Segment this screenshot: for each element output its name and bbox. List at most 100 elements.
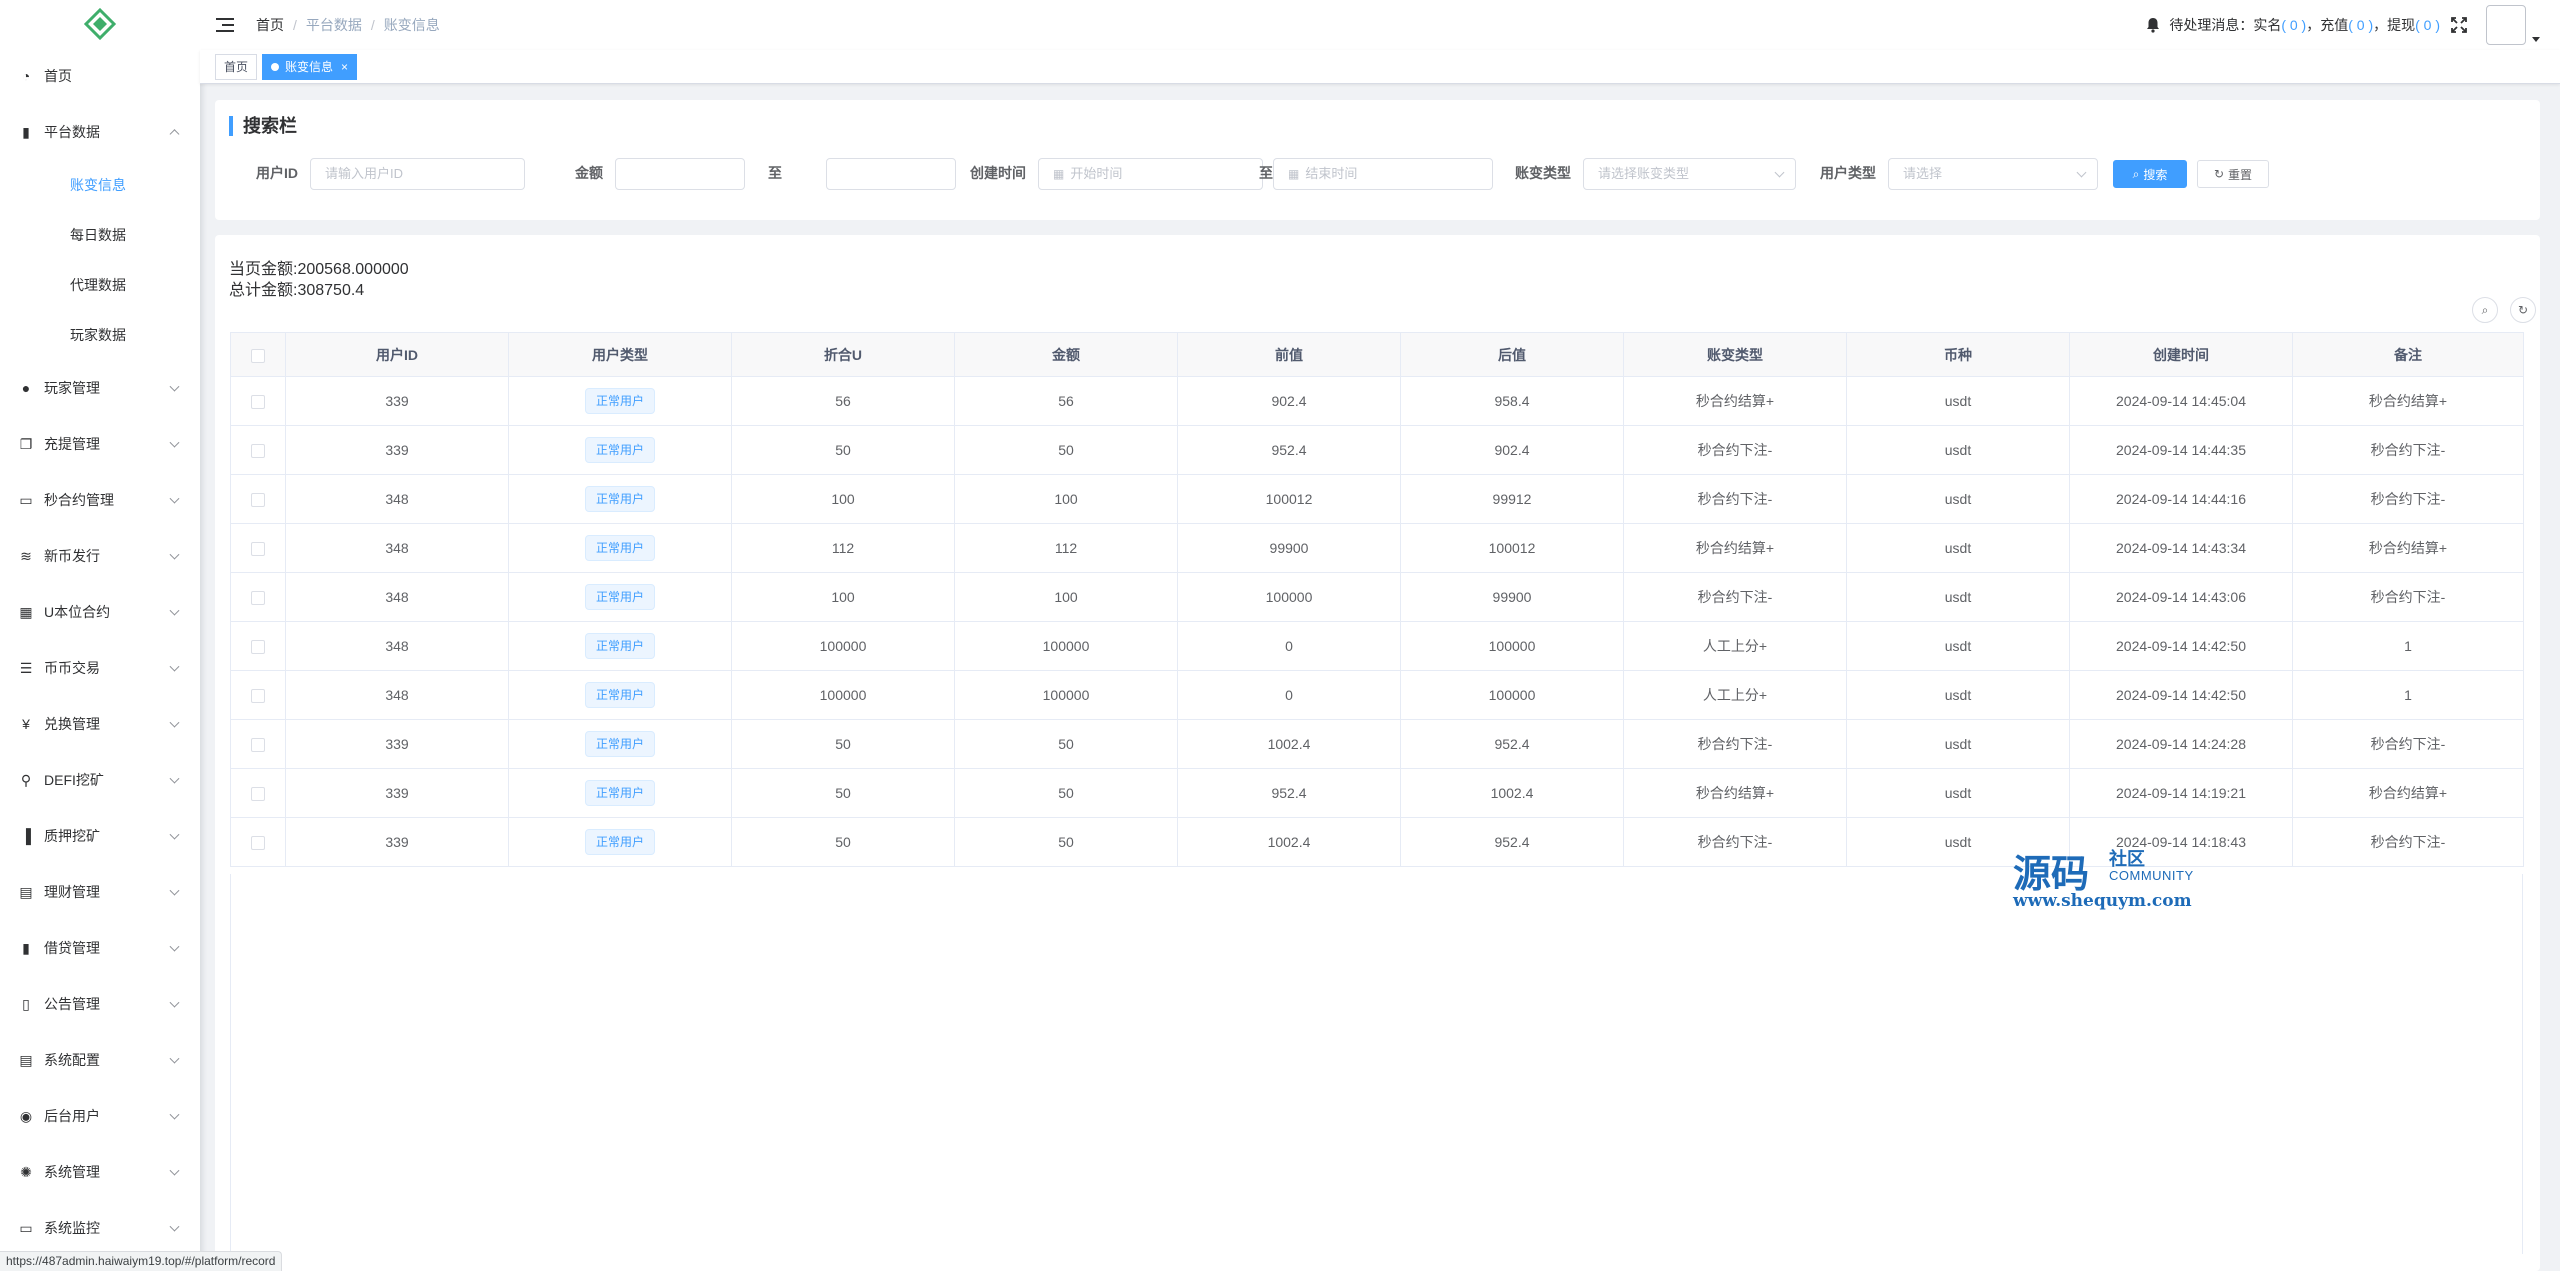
row-checkbox[interactable] xyxy=(251,444,265,459)
column-header[interactable]: 账变类型 xyxy=(1623,332,1847,377)
table-cell: usdt xyxy=(1846,523,2070,573)
caret-down-icon[interactable] xyxy=(2532,36,2540,42)
sidebar-item[interactable]: ● 玩家管理 xyxy=(0,360,200,416)
bell-icon[interactable] xyxy=(2145,17,2161,33)
table-cell: 50 xyxy=(954,719,1178,769)
sidebar-item-label: 首页 xyxy=(44,68,72,84)
row-checkbox[interactable] xyxy=(251,836,265,851)
sidebar-item[interactable]: ▦ U本位合约 xyxy=(0,584,200,640)
table-row[interactable]: 339 正常用户 50 50 952.4 902.4 秒合约下注-usdt 2024-09-1… xyxy=(230,425,2524,475)
row-checkbox[interactable] xyxy=(251,395,265,410)
sidebar-item[interactable]: ▮ 平台数据 xyxy=(0,104,200,160)
table-row[interactable]: 339 正常用户 50 50 1002.4 952.4 秒合约下注-usdt 2024-09-… xyxy=(230,719,2524,769)
sidebar-item[interactable]: ❐ 充提管理 xyxy=(0,416,200,472)
sidebar-item[interactable]: ◔ 首页 xyxy=(0,48,200,104)
user-id-input[interactable]: 请输入用户ID xyxy=(310,158,525,190)
amount-max-input[interactable] xyxy=(826,158,956,190)
table-row[interactable]: 339 正常用户 50 50 952.4 1002.4 秒合约结算+ usdt 2024-09-… xyxy=(230,768,2524,818)
row-checkbox[interactable] xyxy=(251,493,265,508)
row-checkbox[interactable] xyxy=(251,591,265,606)
table-row[interactable]: 348 正常用户 100000 100000 0 100000 人工上分+ usdt 2024-… xyxy=(230,621,2524,671)
hamburger-icon[interactable] xyxy=(216,18,234,32)
table-row[interactable]: 348 正常用户 100000 100000 0 100000 人工上分+ usdt 2024-… xyxy=(230,670,2524,720)
tag-label: 首页 xyxy=(224,59,249,74)
table-row[interactable]: 348 正常用户 112 112 99900 100012 秒合约结算+ usdt 2024-0… xyxy=(230,523,2524,573)
column-header[interactable]: 后值 xyxy=(1400,332,1624,377)
avatar[interactable] xyxy=(2486,5,2526,45)
row-checkbox[interactable] xyxy=(251,640,265,655)
table-row[interactable]: 348 正常用户 100 100 100012 99912 秒合约下注-usdt 2024-0… xyxy=(230,474,2524,524)
sidebar-item[interactable]: ≋ 新币发行 xyxy=(0,528,200,584)
sidebar-item[interactable]: ▭ 秒合约管理 xyxy=(0,472,200,528)
tag-home[interactable]: 首页 xyxy=(215,53,258,80)
end-time-input[interactable]: ▦ 结束时间 xyxy=(1273,158,1493,190)
open-book-icon: ▯ xyxy=(22,995,30,1012)
table-header-row: 用户ID 用户类型 折合U 金额 前值 后值 账变类型 币种 创建时间 备注 xyxy=(230,332,2524,377)
sidebar-item-label: 秒合约管理 xyxy=(44,492,114,508)
toggle-search-button[interactable]: ⌕ xyxy=(2472,297,2498,323)
chevron-down-icon xyxy=(169,381,180,392)
table-cell: usdt xyxy=(1846,719,2070,769)
table-row[interactable]: 348 正常用户 100 100 100000 99900 秒合约下注-usdt 2024-0… xyxy=(230,572,2524,622)
row-checkbox[interactable] xyxy=(251,787,265,802)
table-cell: 正常用户 xyxy=(508,817,732,867)
sidebar-item[interactable]: ▤ 理财管理 xyxy=(0,864,200,920)
sidebar-subitem[interactable]: 代理数据 xyxy=(0,260,200,310)
change-type-select[interactable]: 请选择账变类型 xyxy=(1583,158,1796,190)
calendar-icon: ▦ xyxy=(1053,167,1065,181)
sidebar-item[interactable]: ⚲ DEFI挖矿 xyxy=(0,752,200,808)
chevron-down-icon xyxy=(169,773,180,784)
user-type-select[interactable]: 请选择 xyxy=(1888,158,2098,190)
breadcrumb-platform: 平台数据 xyxy=(305,17,362,33)
sidebar-item[interactable]: ▭ 系统监控 xyxy=(0,1200,200,1256)
column-header[interactable]: 前值 xyxy=(1177,332,1401,377)
column-header[interactable]: 用户类型 xyxy=(508,332,732,377)
breadcrumb-home[interactable]: 首页 xyxy=(256,15,284,35)
table-row[interactable]: 339 正常用户 56 56 902.4 958.4 秒合约结算+ usdt 2024-09-1… xyxy=(230,376,2524,426)
table-cell: 100000 xyxy=(731,670,955,720)
table-cell: 秒合约下注- xyxy=(1623,474,1847,524)
sidebar-item[interactable]: ▤ 系统配置 xyxy=(0,1032,200,1088)
select-all-checkbox[interactable] xyxy=(251,348,265,363)
fullscreen-icon[interactable] xyxy=(2450,16,2468,34)
search-button-label: 搜索 xyxy=(2143,167,2168,182)
tag-record[interactable]: 账变信息 × xyxy=(262,53,358,80)
row-checkbox[interactable] xyxy=(251,542,265,557)
row-checkbox[interactable] xyxy=(251,738,265,753)
sidebar-subitem[interactable]: 玩家数据 xyxy=(0,310,200,360)
logo[interactable] xyxy=(0,0,200,48)
chevron-down-icon xyxy=(169,605,180,616)
amount-min-input[interactable] xyxy=(615,158,745,190)
search-button[interactable]: ⌕ 搜索 xyxy=(2113,160,2187,188)
table-cell: 正常用户 xyxy=(508,768,732,818)
sidebar-item[interactable]: ▐ 质押挖矿 xyxy=(0,808,200,864)
start-time-input[interactable]: ▦ 开始时间 xyxy=(1038,158,1263,190)
row-checkbox[interactable] xyxy=(251,689,265,704)
column-header[interactable]: 创建时间 xyxy=(2069,332,2293,377)
sidebar-subitem[interactable]: 每日数据 xyxy=(0,210,200,260)
sidebar-item[interactable]: ✺ 系统管理 xyxy=(0,1144,200,1200)
logo-icon xyxy=(84,8,116,40)
sidebar-item[interactable]: ☰ 币币交易 xyxy=(0,640,200,696)
close-icon[interactable]: × xyxy=(341,55,348,79)
withdraw-count[interactable]: ( 0 ) xyxy=(2415,17,2440,33)
navbar: 首页 / 平台数据 / 账变信息 待处理消息：实名 ( 0 ) ，充值 ( 0 … xyxy=(200,0,2560,50)
tag-label: 账变信息 xyxy=(285,59,334,74)
column-header[interactable]: 金额 xyxy=(954,332,1178,377)
sidebar-item[interactable]: ▯ 公告管理 xyxy=(0,976,200,1032)
sidebar-subitem[interactable]: 账变信息 xyxy=(0,160,200,210)
realname-count[interactable]: ( 0 ) xyxy=(2281,17,2306,33)
column-header[interactable]: 折合U xyxy=(731,332,955,377)
column-header[interactable]: 备注 xyxy=(2292,332,2524,377)
sidebar-item[interactable]: ◉ 后台用户 xyxy=(0,1088,200,1144)
sidebar-item[interactable]: ▮ 借贷管理 xyxy=(0,920,200,976)
sidebar-item[interactable]: ¥ 兑换管理 xyxy=(0,696,200,752)
recharge-count[interactable]: ( 0 ) xyxy=(2348,17,2373,33)
column-header[interactable]: 用户ID xyxy=(285,332,509,377)
row-select-cell xyxy=(230,621,286,671)
refresh-button[interactable]: ↻ xyxy=(2510,297,2536,323)
column-header[interactable]: 币种 xyxy=(1846,332,2070,377)
reset-button[interactable]: ↻ 重置 xyxy=(2197,160,2269,188)
breadcrumb-current: 账变信息 xyxy=(383,17,440,33)
table-cell: 2024-09-14 14:43:34 xyxy=(2069,523,2293,573)
